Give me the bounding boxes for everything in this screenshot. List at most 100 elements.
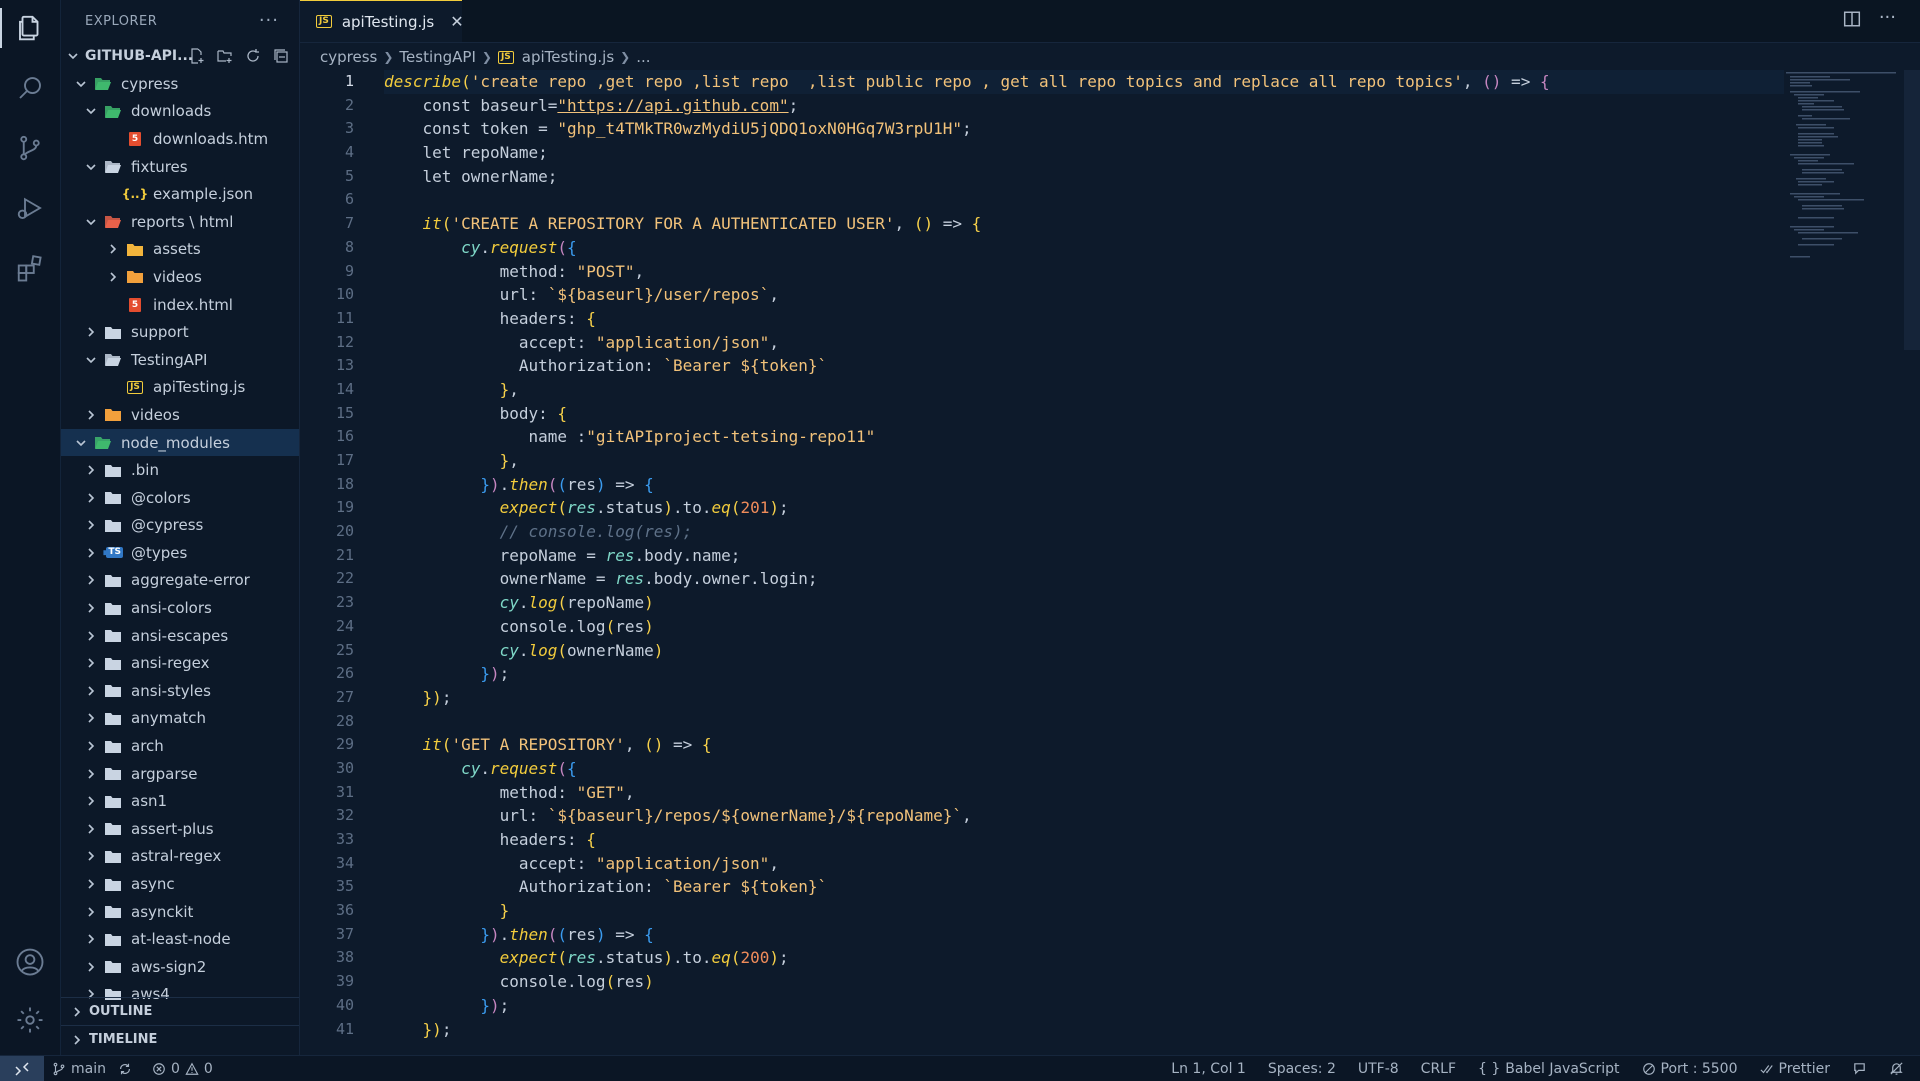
tree-folder[interactable]: ansi-escapes (61, 622, 299, 650)
code-line[interactable]: }).then((res) => { (384, 923, 1784, 947)
tree-folder[interactable]: @cypress (61, 512, 299, 540)
code-line[interactable]: cy.request({ (384, 236, 1784, 260)
tree-folder[interactable]: @colors (61, 484, 299, 512)
prettier-status[interactable]: Prettier (1759, 1061, 1830, 1077)
vertical-scrollbar[interactable] (1904, 70, 1920, 350)
tree-folder[interactable]: downloads (61, 98, 299, 126)
tree-file[interactable]: {..} example.json (61, 180, 299, 208)
workspace-root[interactable]: GITHUB-API... (61, 42, 299, 70)
encoding[interactable]: UTF-8 (1358, 1061, 1399, 1077)
tree-folder[interactable]: arch (61, 732, 299, 760)
code-line[interactable]: }); (384, 1018, 1784, 1042)
run-debug-icon[interactable] (14, 192, 46, 224)
language-mode[interactable]: { } Babel JavaScript (1478, 1061, 1619, 1077)
code-line[interactable]: method: "POST", (384, 260, 1784, 284)
tree-folder[interactable]: astral-regex (61, 843, 299, 871)
code-line[interactable] (384, 188, 1784, 212)
breadcrumb-item[interactable]: TestingAPI (399, 48, 475, 66)
tree-folder[interactable]: ansi-styles (61, 677, 299, 705)
tree-folder[interactable]: ansi-regex (61, 649, 299, 677)
tree-folder[interactable]: cypress (61, 70, 299, 98)
code-line[interactable]: expect(res.status).to.eq(200); (384, 946, 1784, 970)
line-ending[interactable]: CRLF (1421, 1061, 1456, 1077)
tree-folder[interactable]: asynckit (61, 898, 299, 926)
code-line[interactable]: }); (384, 994, 1784, 1018)
tree-folder[interactable]: support (61, 318, 299, 346)
timeline-section[interactable]: TIMELINE (61, 1025, 299, 1053)
tree-folder[interactable]: asn1 (61, 787, 299, 815)
explorer-icon[interactable] (0, 8, 46, 48)
breadcrumb-item[interactable]: apiTesting.js (522, 48, 614, 66)
tree-folder[interactable]: argparse (61, 760, 299, 788)
outline-section[interactable]: OUTLINE (61, 997, 299, 1025)
tree-folder[interactable]: TestingAPI (61, 346, 299, 374)
collapse-all-icon[interactable] (271, 46, 291, 66)
code-line[interactable]: }); (384, 686, 1784, 710)
tree-folder[interactable]: anymatch (61, 705, 299, 733)
code-editor[interactable]: 1 2 3 4 5 6 7 8 9 10 11 12 13 14 15 16 17 18 19 20 21 22 23 24 2… (300, 70, 1920, 1054)
new-folder-icon[interactable] (215, 46, 235, 66)
more-actions-icon[interactable]: ··· (1879, 9, 1896, 32)
extensions-icon[interactable] (14, 252, 46, 284)
code-line[interactable]: const token = "ghp_t4TMkTR0wzMydiU5jQDQ1… (384, 117, 1784, 141)
problems-indicator[interactable]: 0 0 (152, 1061, 213, 1077)
tree-folder[interactable]: async (61, 870, 299, 898)
code-line[interactable]: headers: { (384, 307, 1784, 331)
code-line[interactable]: cy.log(repoName) (384, 591, 1784, 615)
code-line[interactable]: const baseurl="https://api.github.com"; (384, 94, 1784, 118)
remote-indicator-icon[interactable] (0, 1056, 44, 1081)
close-tab-icon[interactable]: ✕ (450, 12, 463, 31)
tree-folder[interactable]: fixtures (61, 153, 299, 181)
code-line[interactable]: accept: "application/json", (384, 852, 1784, 876)
source-control-icon[interactable] (14, 132, 46, 164)
code-line[interactable]: it('CREATE A REPOSITORY FOR A AUTHENTICA… (384, 212, 1784, 236)
account-icon[interactable] (14, 946, 46, 978)
code-line[interactable]: describe('create repo ,get repo ,list re… (384, 70, 1784, 94)
code-line[interactable]: }, (384, 378, 1784, 402)
code-line[interactable]: }, (384, 449, 1784, 473)
code-line[interactable]: repoName = res.body.name; (384, 544, 1784, 568)
code-line[interactable] (384, 710, 1784, 734)
code-line[interactable]: } (384, 899, 1784, 923)
tree-file[interactable]: 5 downloads.htm (61, 125, 299, 153)
minimap[interactable] (1784, 70, 1904, 310)
sync-icon[interactable] (118, 1062, 132, 1076)
code-line[interactable]: expect(res.status).to.eq(201); (384, 496, 1784, 520)
code-line[interactable]: }); (384, 662, 1784, 686)
tree-folder[interactable]: at-least-node (61, 925, 299, 953)
breadcrumb-item[interactable]: ... (636, 48, 650, 66)
live-server-port[interactable]: Port : 5500 (1642, 1061, 1738, 1077)
code-line[interactable]: url: `${baseurl}/repos/${ownerName}/${re… (384, 804, 1784, 828)
code-line[interactable]: }).then((res) => { (384, 473, 1784, 497)
tree-folder[interactable]: videos (61, 263, 299, 291)
tree-folder[interactable]: ansi-colors (61, 594, 299, 622)
search-icon[interactable] (14, 72, 46, 104)
tree-folder[interactable]: assets (61, 236, 299, 264)
tree-file[interactable]: JS apiTesting.js (61, 374, 299, 402)
code-line[interactable]: // console.log(res); (384, 520, 1784, 544)
tree-folder[interactable]: TS @types (61, 539, 299, 567)
tree-folder[interactable]: assert-plus (61, 815, 299, 843)
code-line[interactable]: console.log(res) (384, 615, 1784, 639)
settings-gear-icon[interactable] (14, 1004, 46, 1036)
feedback-icon[interactable] (1852, 1061, 1867, 1076)
refresh-icon[interactable] (243, 46, 263, 66)
split-editor-icon[interactable] (1843, 10, 1861, 32)
code-content[interactable]: describe('create repo ,get repo ,list re… (384, 70, 1784, 1041)
tree-folder[interactable]: .bin (61, 456, 299, 484)
code-line[interactable]: url: `${baseurl}/user/repos`, (384, 283, 1784, 307)
tree-folder[interactable]: aggregate-error (61, 567, 299, 595)
breadcrumb-item[interactable]: cypress (320, 48, 377, 66)
code-line[interactable]: it('GET A REPOSITORY', () => { (384, 733, 1784, 757)
branch-indicator[interactable]: main (52, 1061, 106, 1077)
code-line[interactable]: Authorization: `Bearer ${token}` (384, 875, 1784, 899)
tree-folder[interactable]: aws-sign2 (61, 953, 299, 981)
code-line[interactable]: headers: { (384, 828, 1784, 852)
code-line[interactable]: console.log(res) (384, 970, 1784, 994)
tree-file[interactable]: 5 index.html (61, 291, 299, 319)
code-line[interactable]: cy.log(ownerName) (384, 639, 1784, 663)
code-line[interactable]: name :"gitAPIproject-tetsing-repo11" (384, 425, 1784, 449)
code-line[interactable]: method: "GET", (384, 781, 1784, 805)
code-line[interactable]: let ownerName; (384, 165, 1784, 189)
code-line[interactable]: accept: "application/json", (384, 331, 1784, 355)
